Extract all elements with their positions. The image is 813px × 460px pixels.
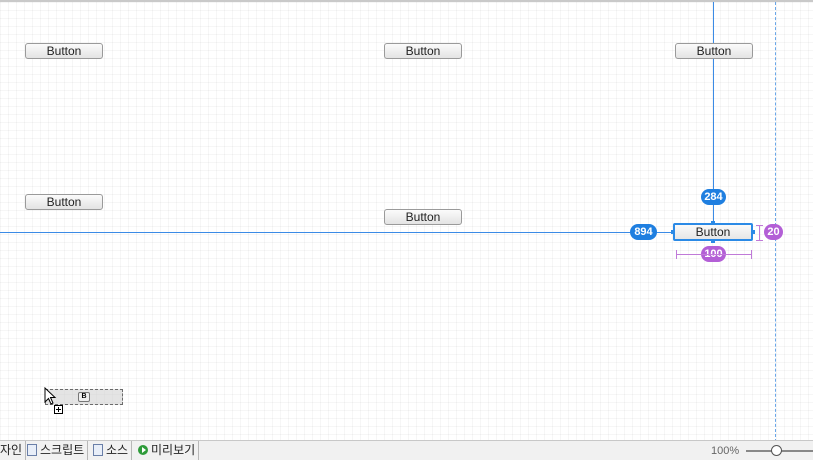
tab-preview-label: 미리보기 [151,443,196,457]
canvas-right-boundary [775,2,776,442]
height-measure-tick-top [756,225,763,226]
add-icon [54,405,63,414]
button-3[interactable]: Button [675,43,753,59]
button-2[interactable]: Button [384,43,462,59]
tab-design-label: 자인 [0,443,23,457]
resize-handle-left[interactable] [671,230,675,234]
tab-source-label: 소스 [106,443,129,457]
resize-handle-bottom[interactable] [711,239,715,243]
bottom-bar: 자인 스크립트 소스 미리보기 100% [0,440,813,460]
width-measure-line [676,254,752,255]
tab-script-label: 스크립트 [40,443,85,457]
tab-source[interactable]: 소스 [90,441,133,460]
button-4[interactable]: Button [25,194,103,210]
button-glyph-icon: B [78,392,90,402]
width-measure-tick-right [751,250,752,259]
width-measure-tick-left [676,250,677,259]
tab-script[interactable]: 스크립트 [24,441,89,460]
document-icon [27,443,37,456]
mouse-cursor-icon [44,387,57,405]
design-canvas[interactable]: Button Button Button Button Button Butto… [0,0,813,442]
height-measure-tick-bottom [756,240,763,241]
tab-design[interactable]: 자인 [0,441,27,460]
tab-preview[interactable]: 미리보기 [135,441,200,460]
height-measure-line [759,225,760,241]
top-distance-badge: 284 [701,189,726,205]
button-5[interactable]: Button [384,209,462,225]
button-1[interactable]: Button [25,43,103,59]
play-icon [138,444,148,455]
zoom-slider-thumb[interactable] [771,445,783,456]
zoom-level-label: 100% [711,445,740,457]
resize-handle-top[interactable] [711,221,715,225]
horizontal-guide-line [0,232,672,233]
resize-handle-right[interactable] [751,230,755,234]
height-badge: 20 [764,224,783,240]
document-icon [93,443,103,456]
left-distance-badge: 894 [630,224,657,240]
